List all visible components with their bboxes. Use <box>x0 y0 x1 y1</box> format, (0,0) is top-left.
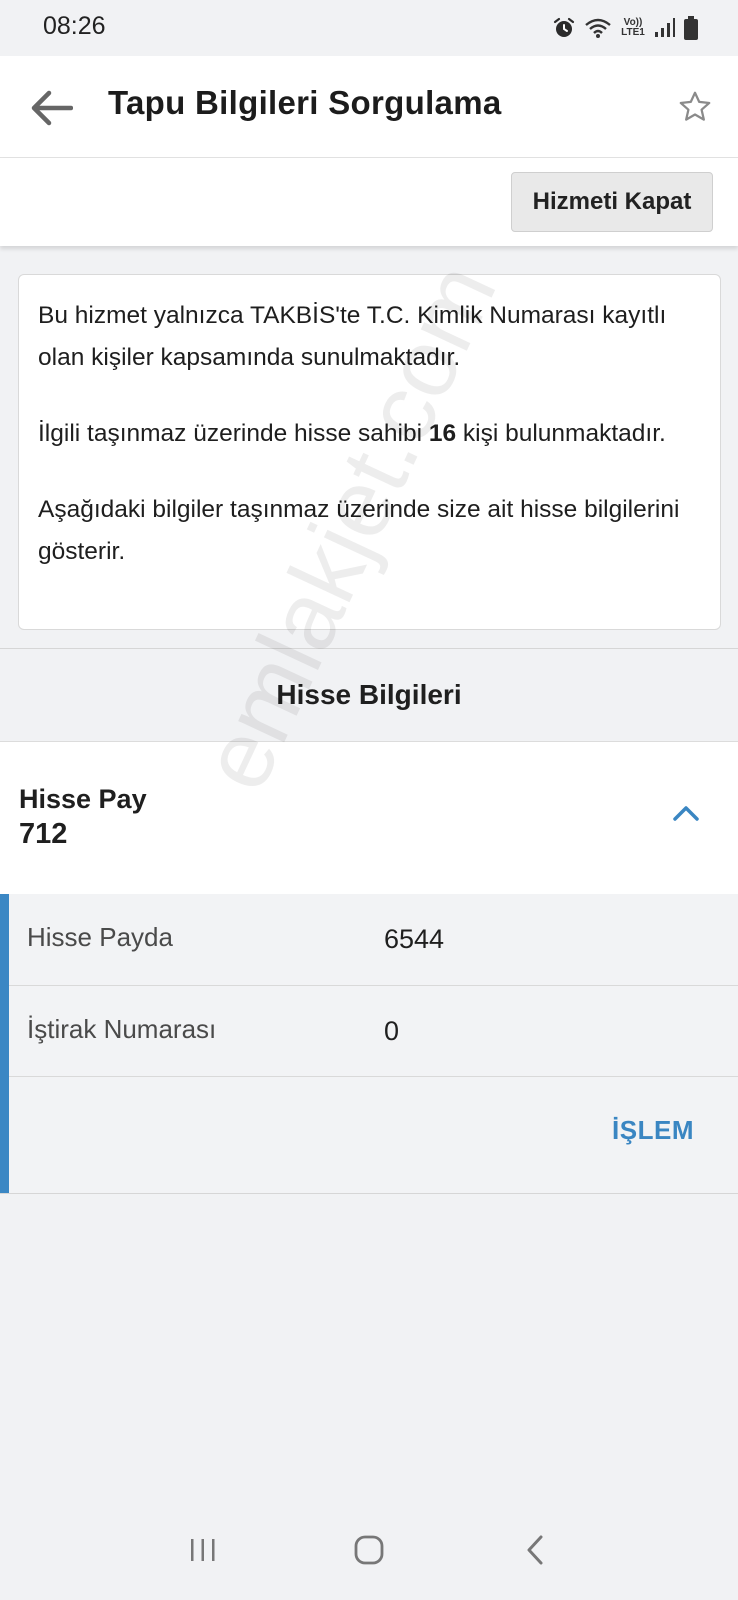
share-detail-panel: Hisse Payda 6544 İştirak Numarası 0 İŞLE… <box>0 894 738 1194</box>
back-nav-button[interactable] <box>505 1520 565 1580</box>
page-title: Tapu Bilgileri Sorgulama <box>108 84 502 121</box>
app-bar: Tapu Bilgileri Sorgulama <box>0 56 738 158</box>
battery-icon <box>684 16 698 40</box>
action-link[interactable]: İŞLEM <box>612 1115 694 1146</box>
detail-label: Hisse Payda <box>27 922 173 952</box>
favorite-button[interactable] <box>674 86 716 128</box>
status-time: 08:26 <box>43 12 106 40</box>
chevron-up-icon[interactable] <box>670 798 702 830</box>
arrow-left-icon <box>31 90 73 126</box>
detail-row: İştirak Numarası 0 <box>9 986 738 1077</box>
home-button[interactable] <box>339 1520 399 1580</box>
share-label: Hisse Pay <box>19 784 147 814</box>
lte-label: LTE1 <box>621 27 645 38</box>
network-indicator: Vo)) LTE1 <box>620 18 646 38</box>
share-accordion-header[interactable]: Hisse Pay 712 <box>0 741 738 894</box>
shareholder-count: 16 <box>428 420 457 447</box>
section-title: Hisse Bilgileri <box>276 679 462 710</box>
star-outline-icon <box>679 91 711 121</box>
detail-label: İştirak Numarası <box>27 1014 217 1044</box>
wifi-icon <box>584 17 612 39</box>
system-nav-bar <box>0 1500 738 1600</box>
back-button[interactable] <box>26 83 76 133</box>
back-nav-icon <box>527 1535 543 1565</box>
info-paragraph-1: Bu hizmet yalnızca TAKBİS'te T.C. Kimlik… <box>38 302 667 371</box>
info-paragraph-2-suffix: kişi bulunmaktadır. <box>456 420 666 447</box>
detail-value: 6544 <box>384 924 445 954</box>
status-icons: Vo)) LTE1 <box>552 14 698 42</box>
detail-value: 0 <box>384 1016 400 1046</box>
close-service-button[interactable]: Hizmeti Kapat <box>511 172 713 232</box>
panel-divider <box>0 1193 738 1194</box>
info-paragraph-2-prefix: İlgili taşınmaz üzerinde hisse sahibi <box>38 420 429 447</box>
home-icon <box>354 1535 384 1565</box>
accent-bar <box>0 894 9 1194</box>
share-value: 712 <box>19 818 68 850</box>
recent-apps-button[interactable] <box>173 1520 233 1580</box>
status-bar: 08:26 Vo)) LTE1 <box>0 0 738 56</box>
alarm-icon <box>552 16 576 40</box>
recent-apps-icon <box>191 1539 215 1561</box>
action-strip: Hizmeti Kapat <box>0 158 738 246</box>
signal-icon <box>654 17 676 39</box>
info-card: Bu hizmet yalnızca TAKBİS'te T.C. Kimlik… <box>18 274 721 630</box>
detail-row: Hisse Payda 6544 <box>9 894 738 986</box>
info-paragraph-3: Aşağıdaki bilgiler taşınmaz üzerinde siz… <box>38 496 680 565</box>
info-paragraph-2: İlgili taşınmaz üzerinde hisse sahibi 16… <box>38 413 702 455</box>
